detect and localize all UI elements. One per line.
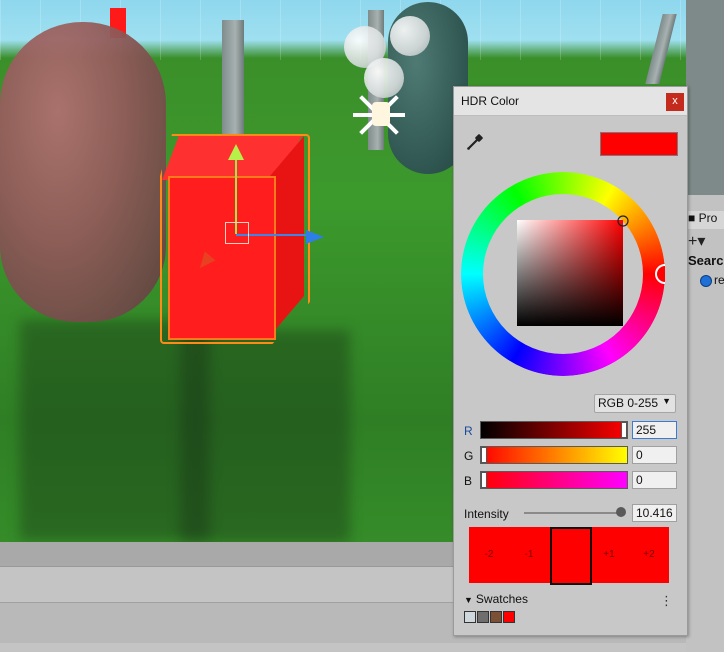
color-mode-dropdown[interactable]: RGB 0-255 ▼ (594, 394, 676, 413)
scene-edge (686, 0, 724, 195)
channel-label: G (464, 449, 474, 463)
exposure-swatch[interactable]: -2 (469, 527, 509, 583)
color-swatch[interactable] (503, 611, 515, 623)
exposure-swatch[interactable]: +2 (629, 527, 669, 583)
tab-project[interactable]: ■ Pro (688, 211, 724, 229)
cube-shadow (180, 330, 350, 542)
move-gizmo-x-arrow[interactable] (306, 230, 324, 244)
more-options-icon[interactable]: ⋮ (660, 593, 673, 609)
move-gizmo-y-arrow[interactable] (228, 144, 244, 160)
color-wheel[interactable] (461, 165, 665, 383)
hdr-titlebar[interactable]: HDR Color x (454, 87, 687, 116)
channel-slider-handle[interactable] (481, 472, 487, 488)
search-label: Search (688, 253, 724, 268)
project-tab-label: Pro (698, 211, 718, 225)
hdr-color-window: HDR Color x RGB 0-255 ▼ R 255 G 0 B 0 In… (453, 86, 688, 636)
channel-value-field-g[interactable]: 0 (632, 446, 677, 464)
asset-icon (700, 275, 712, 287)
current-color-preview[interactable] (600, 132, 678, 156)
color-swatch[interactable] (477, 611, 489, 623)
eyedropper-icon[interactable] (464, 131, 486, 153)
swatches-foldout[interactable]: ▼ Swatches (464, 592, 528, 606)
color-swatch[interactable] (490, 611, 502, 623)
intensity-slider-handle[interactable] (616, 507, 626, 517)
color-mode-label: RGB 0-255 (598, 396, 659, 410)
channel-label: B (464, 474, 473, 488)
channel-row-b: B0 (454, 471, 687, 491)
scene-pillar[interactable] (222, 20, 244, 150)
channel-row-g: G0 (454, 446, 687, 466)
exposure-current[interactable] (550, 527, 592, 585)
asset-item-label[interactable]: re (714, 273, 724, 287)
channel-slider-r[interactable] (480, 421, 628, 439)
channel-slider-handle[interactable] (621, 422, 627, 438)
channel-value-field-b[interactable]: 0 (632, 471, 677, 489)
intensity-label: Intensity (464, 507, 509, 521)
add-icon[interactable]: +▾ (688, 231, 705, 251)
directional-light-icon[interactable] (350, 84, 410, 144)
folder-icon: ■ (688, 211, 699, 225)
reflection-probe-icon[interactable] (390, 16, 430, 56)
light-core (372, 102, 390, 126)
exposure-swatch[interactable]: +1 (589, 527, 629, 583)
window-title: HDR Color (461, 94, 520, 108)
foldout-triangle-icon: ▼ (464, 595, 473, 605)
exposure-swatch[interactable]: -1 (509, 527, 549, 583)
channel-slider-g[interactable] (480, 446, 628, 464)
chevron-down-icon: ▼ (662, 396, 671, 406)
intensity-field[interactable]: 10.416 (632, 504, 677, 522)
intensity-slider[interactable] (524, 512, 622, 514)
project-panel: ■ Pro +▾ Search re (686, 195, 724, 652)
color-swatch[interactable] (464, 611, 476, 623)
channel-row-r: R 255 (454, 421, 687, 441)
channel-slider-b[interactable] (480, 471, 628, 489)
hue-picker-handle[interactable] (655, 264, 665, 284)
channel-slider-handle[interactable] (481, 447, 487, 463)
swatches-label: Swatches (475, 592, 528, 606)
move-gizmo-plane-handle[interactable] (225, 222, 249, 244)
channel-value-field-r[interactable]: 255 (632, 421, 677, 439)
channel-label: R (464, 424, 473, 438)
red-capsule[interactable] (0, 22, 166, 322)
close-icon[interactable]: x (666, 93, 684, 111)
